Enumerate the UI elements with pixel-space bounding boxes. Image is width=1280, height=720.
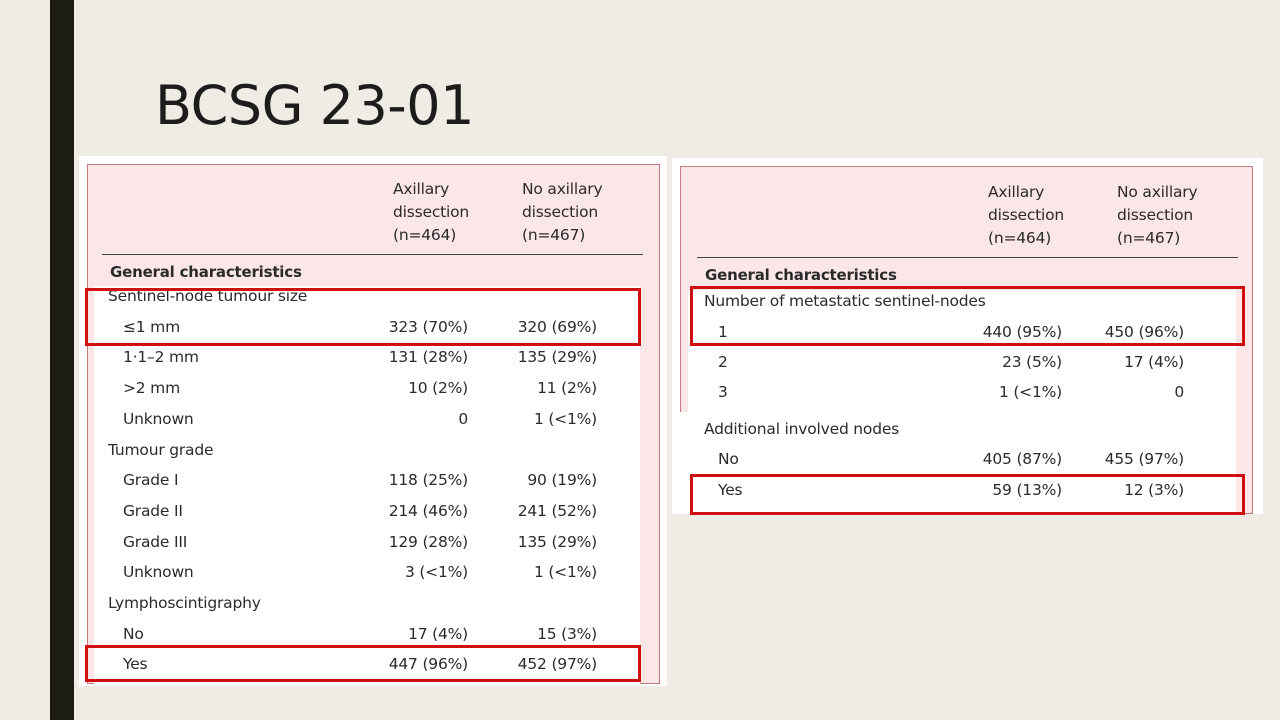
col-header-axillary: Axillary dissection (n=464) xyxy=(393,180,470,244)
cell-axillary: 1 (<1%) xyxy=(998,383,1062,401)
cell-axillary: 214 (46%) xyxy=(388,501,468,520)
row-label: Grade III xyxy=(123,532,188,551)
cell-no-axillary: 15 (3%) xyxy=(537,624,597,643)
row-group-label: Additional involved nodes xyxy=(704,420,900,438)
row-label: >2 mm xyxy=(123,379,180,398)
cell-axillary: 405 (87%) xyxy=(982,450,1062,468)
highlight-tumour-size xyxy=(85,288,641,346)
slide-title: BCSG 23-01 xyxy=(155,74,475,137)
row-group-label: Lymphoscintigraphy xyxy=(108,594,261,612)
row-label: 3 xyxy=(718,383,728,401)
highlight-additional-nodes-yes xyxy=(690,474,1245,515)
cell-axillary: 0 xyxy=(458,409,468,428)
col-header-axillary: Axillary dissection (n=464) xyxy=(988,183,1065,247)
cell-no-axillary: 90 (19%) xyxy=(527,471,597,490)
cell-no-axillary: 17 (4%) xyxy=(1124,353,1184,371)
cell-no-axillary: 11 (2%) xyxy=(537,379,597,398)
left-accent-bar xyxy=(50,0,74,720)
section-title: General characteristics xyxy=(705,266,897,284)
row-label: Grade I xyxy=(123,471,179,490)
row-label: Grade II xyxy=(123,501,183,520)
cell-axillary: 3 (<1%) xyxy=(404,563,468,582)
row-label: No xyxy=(123,624,144,643)
cell-no-axillary: 135 (29%) xyxy=(517,348,597,367)
col-header-no-axillary: No axillary dissection (n=467) xyxy=(522,180,603,244)
section-title: General characteristics xyxy=(110,263,302,281)
cell-no-axillary: 1 (<1%) xyxy=(533,409,597,428)
highlight-lymphoscintigraphy-yes xyxy=(85,645,641,682)
highlight-metastatic-nodes xyxy=(690,286,1245,346)
table-left: Axillary dissection (n=464) No axillary … xyxy=(79,156,667,686)
cell-axillary: 131 (28%) xyxy=(388,348,468,367)
cell-no-axillary: 1 (<1%) xyxy=(533,563,597,582)
cell-axillary: 23 (5%) xyxy=(1002,353,1062,371)
row-label: Unknown xyxy=(123,409,194,428)
col-header-no-axillary: No axillary dissection (n=467) xyxy=(1117,183,1198,247)
cell-axillary: 129 (28%) xyxy=(388,532,468,551)
cell-no-axillary: 455 (97%) xyxy=(1104,450,1184,468)
cell-axillary: 10 (2%) xyxy=(408,379,468,398)
cell-no-axillary: 135 (29%) xyxy=(517,532,597,551)
row-label: Unknown xyxy=(123,563,194,582)
cell-no-axillary: 0 xyxy=(1174,383,1184,401)
cell-axillary: 118 (25%) xyxy=(388,471,468,490)
row-label: 2 xyxy=(718,353,728,371)
row-group-label: Tumour grade xyxy=(108,440,214,459)
header-rule xyxy=(102,254,643,255)
row-label: No xyxy=(718,450,739,468)
cell-axillary: 17 (4%) xyxy=(408,624,468,643)
row-label: 1·1–2 mm xyxy=(123,348,199,367)
cell-no-axillary: 241 (52%) xyxy=(517,501,597,520)
header-rule xyxy=(697,257,1238,258)
